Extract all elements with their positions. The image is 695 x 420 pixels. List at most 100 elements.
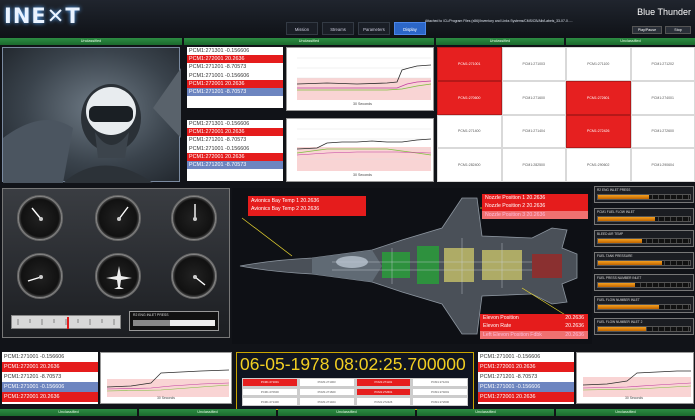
airspeed-gauge	[17, 195, 63, 241]
param-grid-cell[interactable]: PCM1:271400	[437, 114, 502, 149]
param-grid-cell[interactable]: PCM1:271600	[501, 80, 566, 115]
param-row: PCM1:272001 20.2636	[2, 392, 98, 402]
param-row: PCM1:271201 -8.70573	[187, 63, 283, 72]
param-row: PCM1:271201 -8.70573	[2, 372, 98, 382]
bar-gauge-label: FUEL PRESS NUMBER INLET	[597, 276, 642, 280]
indicator-fill	[133, 320, 170, 326]
pilot-video-feed[interactable]	[2, 47, 181, 183]
param-row: PCM1:272001 20.2636	[2, 362, 98, 372]
param-grid-cell[interactable]: PCM1:290602	[566, 148, 631, 182]
vertical-speed-gauge	[171, 253, 217, 299]
param-row: PCM1:271001 -0.156606	[2, 382, 98, 392]
nav-mission-button[interactable]: Mission	[286, 22, 318, 35]
elevon-value: 20.2636	[565, 323, 584, 330]
status-bar-top-4: Unclassified	[566, 38, 695, 45]
param-row: PCM1:271001 -0.156606	[478, 382, 574, 392]
trend-chart-bottom-left: 30 Seconds	[100, 352, 232, 404]
timestamp-table: PCM1:271001 PCM1:271003 PCM1:271101 PCM1:27…	[242, 378, 468, 406]
chart-axis-caption: 30 Seconds	[353, 102, 372, 106]
param-grid-cell[interactable]: PCM1:271001	[437, 47, 502, 81]
stop-button[interactable]: Stop	[665, 26, 691, 34]
avionics-temp-2: Avionics Bay Temp 2 20.2636	[248, 205, 366, 214]
bar-gauge-track	[597, 194, 691, 200]
status-bar-top-3: Unclassified	[436, 38, 564, 45]
param-row: PCM1:272001 20.2636	[187, 152, 283, 161]
bar-gauge-track	[597, 304, 691, 310]
nav-parameters-button[interactable]: Parameters	[358, 22, 390, 35]
nozzle-position-3: Nozzle Position 3 20.2636	[482, 210, 588, 220]
time-table-cell: PCM1:271001	[242, 378, 298, 387]
param-grid-cell[interactable]: PCM1:270600	[437, 80, 502, 115]
status-bar-bottom-5: Unclassified	[556, 409, 695, 416]
altimeter-gauge	[171, 195, 217, 241]
elevon-label: Elevon Rate	[483, 323, 512, 330]
param-grid-cell[interactable]: PCM1:271100	[566, 47, 631, 81]
nozzle-position-1: Nozzle Position 1 20.2636	[482, 194, 588, 203]
gauge-needle	[31, 207, 43, 221]
linear-scale-gauge	[11, 315, 121, 329]
param-grid-cell[interactable]: PCM1:271202	[630, 47, 695, 81]
param-row: PCM1:271001 -0.156606	[187, 71, 283, 80]
param-row: PCM1:271001 -0.156606	[478, 352, 574, 362]
param-grid-cell[interactable]: PCM1:271404	[501, 114, 566, 149]
param-grid-cell[interactable]: PCM1:290604	[630, 148, 695, 182]
nav-streams-button[interactable]: Streams	[322, 22, 354, 35]
param-grid-cell[interactable]: PCM1:272601	[566, 80, 631, 115]
param-grid-cell[interactable]: PCM1:274001	[630, 80, 695, 115]
nozzle-position-2: Nozzle Position 2 20.2636	[482, 202, 588, 211]
param-row: PCM1:271301 -0.156606	[187, 47, 283, 56]
status-bar-bottom-2: Unclassified	[139, 409, 276, 416]
avionics-temp-1: Avionics Bay Temp 1 20.2636	[248, 196, 366, 206]
bar-gauge-label: FUEL FLOW NUMBER INLET	[597, 298, 640, 302]
time-table-cell: PCM1:270600	[242, 387, 298, 397]
bar-gauge: FUEL FLOW NUMBER INLET	[594, 296, 694, 313]
bar-gauge-label: FUEL FLOW NUMBER INLET 2	[597, 320, 643, 324]
param-grid-cell[interactable]: PCM1:282400	[437, 148, 502, 182]
bar-gauge-fill	[598, 305, 659, 309]
elevon-value: 20.2636	[565, 331, 584, 338]
gauge-needle	[27, 275, 43, 282]
elevon-value: 20.2636	[565, 315, 584, 321]
chart-axis-caption: 30 Seconds	[353, 173, 372, 177]
param-row: PCM1:271201 -8.70573	[478, 372, 574, 382]
gauge-needle	[193, 204, 197, 221]
header-bar: INE✕T Mission Streams Parameters Display…	[0, 0, 695, 38]
bar-gauge-stack: R2 ENG INLET PRESS PCM1 FUEL FLOW INLET BL…	[594, 186, 694, 344]
status-bar-top-2: Unclassified	[184, 38, 434, 45]
elevon-row: Elevon Position 20.2636	[480, 314, 588, 323]
bar-gauge-fill	[598, 195, 649, 199]
inet-logo: INE✕T	[4, 4, 81, 28]
chart-axis-caption: 30 Seconds	[625, 396, 643, 400]
play-pause-button[interactable]: Play/Pause	[632, 26, 662, 34]
bar-gauge-fill	[598, 261, 663, 265]
bar-gauge-fill	[598, 217, 656, 221]
nav-display-button[interactable]: Display	[394, 22, 426, 35]
bar-gauge-track	[597, 326, 691, 332]
status-bar-bottom-4: Unclassified	[417, 409, 554, 416]
bar-gauge-track	[597, 238, 691, 244]
param-row: PCM1:271201 -8.70573	[187, 160, 283, 170]
param-grid-cell[interactable]: PCM1:272426	[566, 114, 631, 149]
param-row: PCM1:272001 20.2636	[187, 128, 283, 137]
trend-lines	[296, 57, 432, 100]
trend-chart-bottom-right: 30 Seconds	[576, 352, 694, 404]
param-grid-cell[interactable]: PCM1:282500	[501, 148, 566, 182]
parameter-list-top-2: PCM1:271301 -0.156606 PCM1:272001 20.263…	[187, 120, 283, 181]
gauge-needle	[193, 275, 206, 286]
inet-dashboard: INE✕T Mission Streams Parameters Display…	[0, 0, 695, 420]
param-row: PCM1:272001 20.2636	[187, 55, 283, 64]
time-table-cell: PCM1:272426	[355, 397, 412, 406]
bar-gauge-label: FUEL TANK PRESSURE	[597, 254, 633, 258]
attached-file-path: Attached to /CL/Program Files (x86)/Inve…	[425, 19, 573, 23]
nozzle-position-box: Nozzle Position 1 20.2636 Nozzle Positio…	[482, 194, 588, 221]
elevon-label: Left Elevon Position Fdbk	[483, 331, 542, 338]
bar-gauge: BLEED AIR TEMP	[594, 230, 694, 247]
bar-gauge-label: PCM1 FUEL FLOW INLET	[597, 210, 635, 214]
param-row: PCM1:271201 -8.70573	[187, 136, 283, 145]
param-grid-cell[interactable]: PCM1:272600	[630, 114, 695, 149]
param-grid-cell[interactable]: PCM1:271003	[501, 47, 566, 81]
param-row: PCM1:272001 20.2636	[478, 362, 574, 372]
engine-inlet-press-indicator: R2 ENG INLET PRESS	[129, 311, 219, 331]
elevon-row: Elevon Rate 20.2636	[480, 322, 588, 331]
parameter-list-bottom-right: PCM1:271001 -0.156606 PCM1:272001 20.263…	[478, 352, 574, 404]
